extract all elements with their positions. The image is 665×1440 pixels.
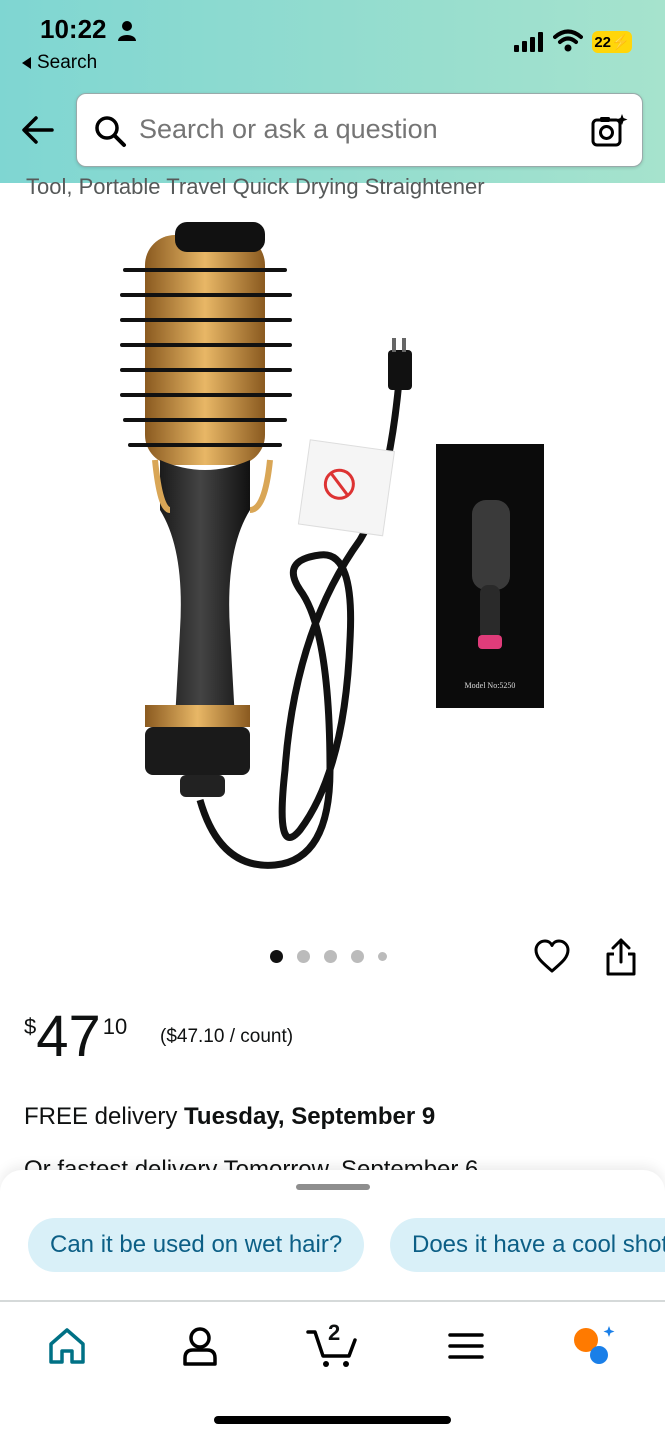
header: 10:22 Search 22 ⚡ (0, 0, 665, 183)
back-triangle-icon (22, 57, 31, 69)
price-whole: 47 (36, 1004, 101, 1069)
home-indicator (214, 1416, 451, 1424)
person-icon (118, 21, 136, 41)
search-icon (95, 116, 126, 147)
product-title: Tool, Portable Travel Quick Drying Strai… (26, 174, 485, 199)
account-icon[interactable] (178, 1324, 222, 1368)
home-icon[interactable] (45, 1324, 89, 1368)
fastest-delivery: Or fastest delivery Tomorrow, September … (24, 1156, 479, 1170)
battery-level: 22 (594, 33, 611, 51)
search-bar[interactable] (76, 93, 643, 167)
price-symbol: $ (24, 1014, 37, 1039)
delivery-prefix: FREE delivery (24, 1103, 185, 1130)
search-input[interactable] (139, 114, 569, 145)
delivery-date: Tuesday, September 9 (184, 1103, 436, 1130)
menu-icon[interactable] (444, 1324, 488, 1368)
product-image[interactable]: Model No:5250 (100, 210, 565, 910)
cart-button[interactable]: 2 (305, 1320, 361, 1368)
back-to-search-link[interactable]: Search (22, 52, 97, 74)
box-model-label: Model No:5250 (465, 681, 516, 690)
carousel-dot[interactable] (324, 950, 337, 963)
wifi-icon (553, 29, 583, 52)
charging-icon: ⚡ (611, 34, 630, 51)
carousel-dot[interactable] (270, 950, 283, 963)
camera-search-icon[interactable] (590, 112, 628, 150)
cart-count: 2 (328, 1320, 341, 1345)
image-carousel-dots[interactable] (270, 950, 387, 963)
heart-icon[interactable] (533, 938, 571, 976)
back-to-search-label: Search (37, 52, 98, 73)
price-fraction: 10 (102, 1014, 128, 1039)
price: $ 47 10 (24, 1008, 127, 1066)
share-icon[interactable] (603, 936, 639, 978)
question-chip[interactable]: Does it have a cool shot (390, 1218, 665, 1272)
signal-icon (514, 32, 543, 52)
carousel-dot[interactable] (351, 950, 364, 963)
sheet-grabber[interactable] (296, 1184, 370, 1190)
delivery-info: FREE delivery Tuesday, September 9 (24, 1103, 435, 1131)
unit-price: ($47.10 / count) (160, 1026, 294, 1047)
question-chip[interactable]: Can it be used on wet hair? (28, 1218, 365, 1272)
back-arrow-icon[interactable] (20, 110, 56, 150)
battery-indicator: 22 ⚡ (592, 31, 632, 53)
carousel-dot[interactable] (378, 952, 387, 961)
carousel-dot[interactable] (297, 950, 310, 963)
rufus-icon[interactable] (572, 1324, 616, 1368)
status-time: 10:22 (40, 14, 107, 44)
